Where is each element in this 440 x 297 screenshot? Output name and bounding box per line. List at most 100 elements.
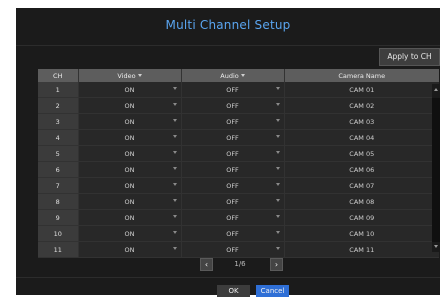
channel-number: 2 (38, 97, 79, 114)
video-select[interactable]: ON (78, 129, 182, 146)
audio-select[interactable]: OFF (181, 113, 285, 130)
audio-select[interactable]: OFF (181, 193, 285, 210)
camera-name-field[interactable]: CAM 11 (284, 241, 439, 258)
audio-select[interactable]: OFF (181, 82, 285, 98)
audio-select-value: OFF (226, 229, 239, 238)
camera-name-field[interactable]: CAM 09 (284, 209, 439, 226)
video-select[interactable]: ON (78, 193, 182, 210)
audio-select[interactable]: OFF (181, 225, 285, 242)
camera-name-field-value: CAM 06 (349, 165, 375, 174)
channel-number-value: 7 (55, 181, 60, 190)
table-row[interactable]: 7 ON OFF CAM 07 (38, 177, 439, 194)
column-header-ch-label: CH (53, 71, 63, 80)
channel-number: 8 (38, 193, 79, 210)
dropdown-arrow-icon[interactable] (275, 119, 280, 122)
table-row[interactable]: 6 ON OFF CAM 06 (38, 161, 439, 178)
video-select[interactable]: ON (78, 145, 182, 162)
prev-page-button[interactable]: ‹ (200, 258, 213, 271)
dropdown-arrow-icon[interactable] (172, 183, 177, 186)
channel-number: 9 (38, 209, 79, 226)
video-select-value: ON (124, 85, 135, 94)
audio-select[interactable]: OFF (181, 177, 285, 194)
audio-select-value: OFF (226, 181, 239, 190)
audio-select[interactable]: OFF (181, 241, 285, 258)
video-select[interactable]: ON (78, 209, 182, 226)
dropdown-arrow-icon[interactable] (172, 247, 177, 250)
video-select[interactable]: ON (78, 82, 182, 98)
dropdown-arrow-icon[interactable] (275, 151, 280, 154)
dropdown-arrow-icon[interactable] (275, 167, 280, 170)
column-header-audio[interactable]: Audio (181, 69, 285, 82)
camera-name-field[interactable]: CAM 06 (284, 161, 439, 178)
dropdown-arrow-icon[interactable] (275, 247, 280, 250)
scroll-up-arrow-icon[interactable] (434, 88, 438, 91)
table-row[interactable]: 9 ON OFF CAM 09 (38, 209, 439, 226)
audio-select[interactable]: OFF (181, 129, 285, 146)
dropdown-arrow-icon[interactable] (172, 119, 177, 122)
next-page-button[interactable]: › (270, 258, 283, 271)
table-row[interactable]: 10 ON OFF CAM 10 (38, 225, 439, 242)
table-row[interactable]: 5 ON OFF CAM 05 (38, 145, 439, 162)
video-select[interactable]: ON (78, 225, 182, 242)
dropdown-arrow-icon[interactable] (172, 87, 177, 90)
channel-number-value: 5 (55, 149, 60, 158)
dropdown-arrow-icon[interactable] (275, 103, 280, 106)
apply-to-ch-button[interactable]: Apply to CH (379, 48, 440, 66)
dropdown-arrow-icon[interactable] (172, 231, 177, 234)
video-select-value: ON (124, 245, 135, 254)
video-select[interactable]: ON (78, 177, 182, 194)
table-row[interactable]: 11 ON OFF CAM 11 (38, 241, 439, 258)
camera-name-field[interactable]: CAM 07 (284, 177, 439, 194)
scrollbar-track[interactable] (432, 98, 440, 242)
column-header-video[interactable]: Video (78, 69, 182, 82)
dropdown-arrow-icon[interactable] (275, 231, 280, 234)
dropdown-arrow-icon[interactable] (275, 215, 280, 218)
video-select[interactable]: ON (78, 241, 182, 258)
video-select[interactable]: ON (78, 161, 182, 178)
audio-select[interactable]: OFF (181, 161, 285, 178)
audio-select-value: OFF (226, 85, 239, 94)
table-row[interactable]: 4 ON OFF CAM 04 (38, 129, 439, 146)
column-header-audio-label: Audio (220, 71, 239, 80)
camera-name-field[interactable]: CAM 01 (284, 82, 439, 98)
dropdown-arrow-icon[interactable] (172, 215, 177, 218)
camera-name-field-value: CAM 02 (349, 101, 375, 110)
table-row[interactable]: 2 ON OFF CAM 02 (38, 97, 439, 114)
table-row[interactable]: 3 ON OFF CAM 03 (38, 113, 439, 130)
camera-name-field[interactable]: CAM 08 (284, 193, 439, 210)
video-select-value: ON (124, 101, 135, 110)
dropdown-arrow-icon[interactable] (172, 167, 177, 170)
dropdown-arrow-icon[interactable] (275, 199, 280, 202)
camera-name-field[interactable]: CAM 03 (284, 113, 439, 130)
camera-name-field[interactable]: CAM 05 (284, 145, 439, 162)
camera-name-field-value: CAM 10 (349, 229, 375, 238)
camera-name-field[interactable]: CAM 04 (284, 129, 439, 146)
dropdown-arrow-icon[interactable] (275, 135, 280, 138)
dropdown-arrow-icon[interactable] (172, 199, 177, 202)
cancel-button[interactable]: Cancel (256, 285, 289, 297)
video-select-value: ON (124, 181, 135, 190)
dropdown-arrow-icon[interactable] (172, 151, 177, 154)
dropdown-arrow-icon[interactable] (172, 135, 177, 138)
table-row[interactable]: 1 ON OFF CAM 01 (38, 82, 439, 98)
table-row[interactable]: 8 ON OFF CAM 08 (38, 193, 439, 210)
camera-name-field[interactable]: CAM 02 (284, 97, 439, 114)
audio-select[interactable]: OFF (181, 209, 285, 226)
video-select-value: ON (124, 149, 135, 158)
camera-name-field-value: CAM 09 (349, 213, 375, 222)
video-select[interactable]: ON (78, 113, 182, 130)
dropdown-arrow-icon[interactable] (275, 87, 280, 90)
video-select[interactable]: ON (78, 97, 182, 114)
channel-table: CH Video Audio Camera Name 1 ON OFF CAM 01 2… (38, 69, 439, 258)
ok-button[interactable]: OK (217, 285, 250, 297)
audio-select-value: OFF (226, 245, 239, 254)
dropdown-arrow-icon[interactable] (275, 183, 280, 186)
audio-select[interactable]: OFF (181, 145, 285, 162)
video-select-value: ON (124, 133, 135, 142)
camera-name-field[interactable]: CAM 10 (284, 225, 439, 242)
audio-select[interactable]: OFF (181, 97, 285, 114)
dropdown-arrow-icon[interactable] (172, 103, 177, 106)
scroll-down-arrow-icon[interactable] (434, 245, 438, 248)
table-scrollbar[interactable] (432, 84, 440, 252)
dialog-title: Multi Channel Setup (165, 18, 291, 32)
